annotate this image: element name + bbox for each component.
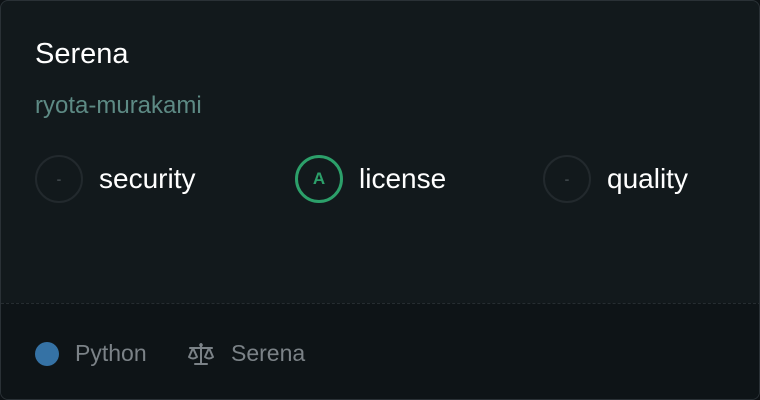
- license-label: license: [359, 163, 447, 194]
- quality-grade-badge: -: [543, 155, 591, 203]
- quality-label: quality: [607, 163, 688, 194]
- card-footer: Python Serena: [1, 303, 759, 399]
- score-security: - security: [35, 155, 195, 203]
- language-label: Python: [75, 340, 147, 366]
- score-quality: - quality: [543, 155, 688, 203]
- security-grade-badge: -: [35, 155, 83, 203]
- language-color-dot: [35, 341, 59, 366]
- repo-card[interactable]: Serena ryota-murakami - security A licen…: [0, 0, 760, 400]
- language-info: Python: [35, 340, 147, 367]
- license-name: Serena: [231, 340, 306, 366]
- repo-name[interactable]: Serena: [35, 35, 129, 73]
- scale-icon: [187, 341, 215, 367]
- license-grade-badge: A: [295, 155, 343, 203]
- score-license: A license: [295, 155, 446, 203]
- security-label: security: [99, 163, 196, 194]
- license-info: Serena: [187, 340, 305, 367]
- repo-owner[interactable]: ryota-murakami: [35, 89, 202, 123]
